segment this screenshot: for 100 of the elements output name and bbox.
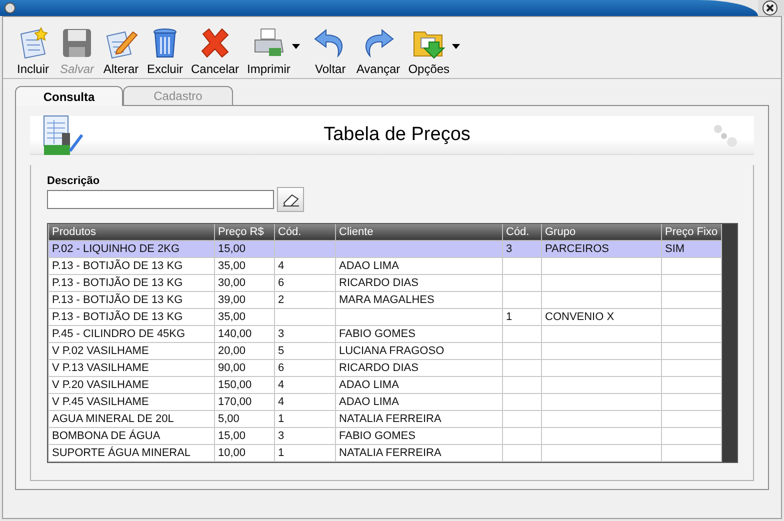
table-cell: 1 — [502, 308, 542, 326]
table-cell: 150,00 — [214, 376, 274, 394]
table-cell: 20,00 — [214, 342, 274, 360]
column-header[interactable]: Preço Fixo — [662, 224, 722, 240]
toolbar-button[interactable]: Opções — [406, 26, 452, 76]
table-cell: NATALIA FERREIRA — [336, 444, 502, 462]
table-cell — [502, 444, 542, 462]
table-cell: 1 — [274, 410, 336, 428]
table-cell: 2 — [274, 292, 336, 308]
table-cell: P.13 - BOTIJÃO DE 13 KG — [48, 292, 214, 308]
eraser-icon — [282, 192, 300, 206]
table-cell: 10,00 — [214, 444, 274, 462]
table-cell — [274, 308, 336, 326]
table-cell: P.13 - BOTIJÃO DE 13 KG — [48, 308, 214, 326]
table-cell — [662, 258, 722, 274]
close-icon[interactable] — [762, 0, 778, 16]
toolbar-button[interactable]: Incluir — [13, 26, 53, 76]
table-cell: LUCIANA FRAGOSO — [336, 342, 502, 360]
table-cell: 4 — [274, 376, 336, 394]
table-cell: 6 — [274, 274, 336, 292]
table-cell: 1 — [274, 444, 336, 462]
table-cell: 3 — [274, 428, 336, 444]
table-cell: RICARDO DIAS — [336, 274, 502, 292]
table-cell: 170,00 — [214, 394, 274, 410]
table-cell: NATALIA FERREIRA — [336, 410, 502, 428]
table-cell: 3 — [274, 326, 336, 342]
table-cell: ADAO LIMA — [336, 376, 502, 394]
column-header[interactable]: Cód. — [502, 224, 542, 240]
description-field[interactable] — [47, 190, 274, 209]
column-header[interactable]: Grupo — [542, 224, 662, 240]
column-header[interactable]: Cliente — [336, 224, 502, 240]
table-cell — [662, 360, 722, 376]
table-cell: 3 — [502, 240, 542, 258]
table-cell — [502, 428, 542, 444]
table-cell: 30,00 — [214, 274, 274, 292]
table-cell — [502, 326, 542, 342]
tab[interactable]: Consulta — [15, 86, 123, 106]
table-cell: RICARDO DIAS — [336, 360, 502, 376]
toolbar-button[interactable]: Cancelar — [189, 26, 242, 76]
table-cell — [502, 342, 542, 360]
table-cell — [502, 274, 542, 292]
table-cell: P.13 - BOTIJÃO DE 13 KG — [48, 258, 214, 274]
table-cell — [662, 444, 722, 462]
column-header[interactable]: Produtos — [48, 224, 214, 240]
column-header[interactable]: Preço R$ — [214, 224, 274, 240]
table-cell — [502, 258, 542, 274]
table-cell: 4 — [274, 394, 336, 410]
table-cell — [502, 360, 542, 376]
table-cell: 140,00 — [214, 326, 274, 342]
table-cell: SIM — [662, 240, 722, 258]
table-cell — [274, 240, 336, 258]
table-cell: CONVENIO X — [542, 308, 662, 326]
table-cell: V P.02 VASILHAME — [48, 342, 214, 360]
table-cell — [662, 274, 722, 292]
toolbar-button[interactable]: Excluir — [145, 26, 186, 76]
table-cell: PARCEIROS — [542, 240, 662, 258]
table-cell: 5,00 — [214, 410, 274, 428]
clear-button[interactable] — [277, 187, 304, 212]
caret-icon[interactable] — [452, 44, 460, 49]
toolbar-button[interactable]: Avançar — [354, 26, 402, 76]
table-cell — [662, 428, 722, 444]
table-cell — [502, 376, 542, 394]
table-cell: 6 — [274, 360, 336, 376]
table-cell: 4 — [274, 258, 336, 274]
table-cell — [662, 292, 722, 308]
toolbar-button[interactable]: Alterar — [101, 26, 141, 76]
table-cell: V P.45 VASILHAME — [48, 394, 214, 410]
window-menu-icon[interactable] — [4, 2, 16, 14]
table-cell: AGUA MINERAL DE 20L — [48, 410, 214, 428]
table-cell: P.02 - LIQUINHO DE 2KG — [48, 240, 214, 258]
table-cell: FABIO GOMES — [336, 428, 502, 444]
table-cell — [502, 410, 542, 428]
toolbar-button[interactable]: Voltar — [310, 26, 350, 76]
table-cell — [662, 342, 722, 360]
table-cell — [502, 394, 542, 410]
table-cell: 15,00 — [214, 428, 274, 444]
table-cell — [662, 308, 722, 326]
table-cell — [662, 376, 722, 394]
table-cell — [502, 292, 542, 308]
table-cell: FABIO GOMES — [336, 326, 502, 342]
table-cell — [662, 326, 722, 342]
field-label: Descrição — [47, 175, 101, 187]
table-cell: ADAO LIMA — [336, 394, 502, 410]
table-cell: V P.20 VASILHAME — [48, 376, 214, 394]
table-cell: 39,00 — [214, 292, 274, 308]
table-cell: ADAO LIMA — [336, 258, 502, 274]
column-header[interactable]: Cód. — [274, 224, 336, 240]
table-cell: BOMBONA DE ÁGUA — [48, 428, 214, 444]
table-cell: 15,00 — [214, 240, 274, 258]
page-title: Tabela de Preços — [324, 124, 470, 146]
table-cell: 5 — [274, 342, 336, 360]
table-cell: V P.13 VASILHAME — [48, 360, 214, 376]
caret-icon[interactable] — [292, 44, 300, 49]
table-cell: P.13 - BOTIJÃO DE 13 KG — [48, 274, 214, 292]
table-cell — [662, 410, 722, 428]
table-cell: 35,00 — [214, 308, 274, 326]
table-cell: 35,00 — [214, 258, 274, 274]
toolbar-button[interactable]: Imprimir — [245, 26, 292, 76]
table-cell: SUPORTE ÁGUA MINERAL — [48, 444, 214, 462]
table-cell: 90,00 — [214, 360, 274, 376]
